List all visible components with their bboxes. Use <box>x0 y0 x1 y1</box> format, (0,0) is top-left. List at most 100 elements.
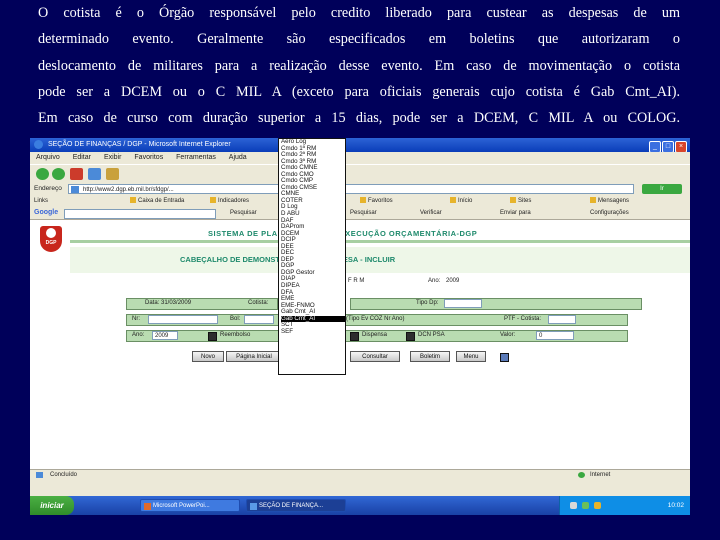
browser-screenshot: SEÇÃO DE FINANÇAS / DGP - Microsoft Inte… <box>30 138 690 515</box>
tipo-ev-label: (Tipo Ev COZ Nr Ano) <box>346 316 405 322</box>
tipo-label: Tipo Dp: <box>416 300 439 306</box>
clock: 10:02 <box>667 502 684 509</box>
zone-text: Internet <box>590 472 611 478</box>
ptf-select[interactable] <box>548 315 576 324</box>
slide-text: O cotista é o Órgão responsável pelo cre… <box>38 0 680 131</box>
divider <box>70 240 690 243</box>
menu-favoritos[interactable]: Favoritos <box>134 152 163 164</box>
consultar-button[interactable]: Consultar <box>350 351 400 362</box>
google-toolbar: Google Pesquisar Pesquisar Verificar Env… <box>30 207 690 220</box>
tray-icon[interactable] <box>570 502 577 509</box>
back-icon[interactable] <box>36 168 49 180</box>
dcnpsa-checkbox[interactable] <box>406 332 415 341</box>
dispensa-label: Dispensa <box>362 332 388 338</box>
link-icon <box>450 197 456 204</box>
status-bar: Concluído Internet <box>30 469 690 480</box>
ano-value: 2009 <box>446 278 460 284</box>
om-value: F R M <box>348 278 365 284</box>
tray-icon[interactable] <box>582 502 589 509</box>
window-title: SEÇÃO DE FINANÇAS / DGP - Microsoft Inte… <box>47 141 231 148</box>
nr-label: Nr: <box>132 316 140 322</box>
help-icon[interactable] <box>500 353 509 362</box>
shield-icon <box>46 228 56 238</box>
nav-toolbar <box>30 164 690 184</box>
google-search-input[interactable] <box>64 209 216 219</box>
menu-ajuda[interactable]: Ajuda <box>229 152 247 164</box>
page-icon <box>71 186 79 193</box>
address-label: Endereço <box>34 185 62 192</box>
link-icon <box>210 197 216 204</box>
dispensa-checkbox[interactable] <box>350 332 359 341</box>
links-label: Links <box>34 198 49 204</box>
menu-exibir[interactable]: Exibir <box>104 152 122 164</box>
link-item[interactable]: Mensagens <box>590 195 629 207</box>
menu-bar: Arquivo Editar Exibir Favoritos Ferramen… <box>30 152 690 164</box>
taskbar: iniciar Microsoft PowerPoi... SEÇÃO DE F… <box>30 496 690 515</box>
google-item[interactable]: Pesquisar <box>350 207 377 219</box>
menu-button[interactable]: Menu <box>456 351 486 362</box>
bol-label: Bol: <box>230 316 241 322</box>
google-logo: Google <box>34 209 59 216</box>
powerpoint-icon <box>144 503 151 510</box>
nr-input[interactable] <box>148 315 218 324</box>
link-icon <box>590 197 596 204</box>
valor-input[interactable]: 0 <box>536 331 574 340</box>
ano2-label: Ano: <box>132 332 145 338</box>
link-icon <box>360 197 366 204</box>
window-titlebar: SEÇÃO DE FINANÇAS / DGP - Microsoft Inte… <box>30 138 690 153</box>
slide-line-3: deslocamento de militares para a realiza… <box>38 57 680 74</box>
bol-input[interactable] <box>244 315 274 324</box>
link-item[interactable]: Caixa de Entrada <box>130 195 184 207</box>
slide-line-5: Em caso de curso com duração superior a … <box>38 110 680 127</box>
start-button[interactable]: iniciar <box>30 496 74 515</box>
tray-icon[interactable] <box>594 502 601 509</box>
cotista-dropdown-list[interactable]: Aero Log Cmdo 1ª RM Cmdo 2ª RM Cmdo 3ª RM Cm… <box>278 138 346 375</box>
slide-line-2: determinado evento. Geralmente são espec… <box>38 31 680 48</box>
reembolso-checkbox[interactable] <box>208 332 217 341</box>
reembolso-label: Reembolso <box>220 332 251 338</box>
menu-arquivo[interactable]: Arquivo <box>36 152 60 164</box>
link-item[interactable]: Favoritos <box>360 195 393 207</box>
slide-line-1: O cotista é o Órgão responsável pelo cre… <box>38 5 680 21</box>
pagina-inicial-button[interactable]: Página Inicial <box>226 351 282 362</box>
link-item[interactable]: Indicadores <box>210 195 249 207</box>
google-item[interactable]: Verificar <box>420 207 442 219</box>
boletim-button[interactable]: Boletim <box>410 351 450 362</box>
refresh-icon[interactable] <box>88 168 101 180</box>
tipo-select[interactable] <box>444 299 482 308</box>
google-search-button[interactable]: Pesquisar <box>230 207 257 219</box>
status-text: Concluído <box>50 472 78 478</box>
link-item[interactable]: Sites <box>510 195 531 207</box>
ano-label: Ano: <box>428 278 441 284</box>
link-icon <box>130 197 136 204</box>
link-item[interactable]: Início <box>450 195 472 207</box>
ie-icon <box>250 503 257 510</box>
novo-button[interactable]: Novo <box>192 351 224 362</box>
stop-icon[interactable] <box>70 168 83 180</box>
menu-editar[interactable]: Editar <box>73 152 91 164</box>
valor-label: Valor: <box>500 332 516 338</box>
dgp-logo: DGP <box>40 226 62 252</box>
address-input[interactable]: http://www2.dgp.eb.mil.br/sfdgp/... <box>68 184 634 194</box>
menu-ferramentas[interactable]: Ferramentas <box>176 152 216 164</box>
tipo-band <box>350 298 642 310</box>
home-icon[interactable] <box>106 168 119 180</box>
page-content: DGP SISTEMA DE PLANEJAMENTO E EXECUÇÃO O… <box>30 220 690 469</box>
link-icon <box>510 197 516 204</box>
task-browser[interactable]: SEÇÃO DE FINANÇA... <box>246 499 346 512</box>
done-icon <box>36 472 43 478</box>
google-item[interactable]: Configurações <box>590 207 629 219</box>
task-powerpoint[interactable]: Microsoft PowerPoi... <box>140 499 240 512</box>
slide-line-4: pode ser a DCEM ou o C MIL A (exceto par… <box>38 83 680 100</box>
ano2-input[interactable]: 2009 <box>152 331 178 340</box>
address-value: http://www2.dgp.eb.mil.br/sfdgp/... <box>83 187 174 193</box>
forward-icon[interactable] <box>52 168 65 180</box>
ptf-label: PTF - Cotista: <box>504 316 542 322</box>
dropdown-option[interactable]: SEF <box>281 328 345 336</box>
ie-icon <box>34 140 43 149</box>
internet-zone-icon <box>578 472 585 478</box>
dcnpsa-label: DCN PSA <box>418 332 445 338</box>
cotista-label: Cotista: <box>248 300 269 306</box>
go-button[interactable]: Ir <box>642 184 682 194</box>
google-item[interactable]: Enviar para <box>500 207 531 219</box>
